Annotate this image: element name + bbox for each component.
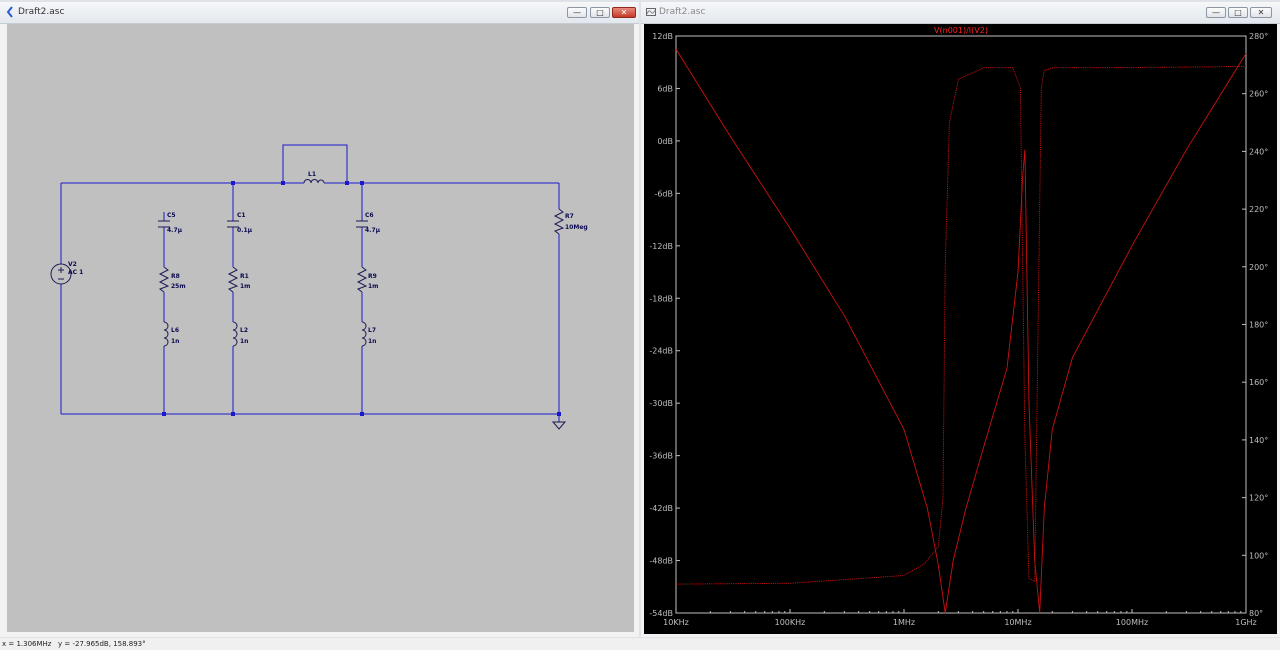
- resistor-r1-symbol: [227, 266, 239, 293]
- x-tick-label: 10KHz: [663, 618, 689, 627]
- resistor-r8-symbol: [158, 266, 170, 293]
- schematic-titlebar[interactable]: Draft2.asc — □ ✕: [0, 2, 639, 24]
- waveform-icon: [646, 8, 656, 16]
- v2-ref: V2: [68, 261, 77, 268]
- inductor-l7-symbol: [361, 321, 367, 347]
- y-right-tick-label: 200°: [1249, 263, 1268, 272]
- cursor-y-readout: y = -27.965dB, 158.893°: [58, 640, 146, 648]
- r8-value: 25m: [171, 283, 186, 290]
- r9-value: 1m: [368, 283, 378, 290]
- l6-ref: L6: [171, 327, 179, 334]
- plot-frame: [675, 35, 1247, 614]
- r8-ref: R8: [171, 273, 180, 280]
- y-left-tick-label: 6dB: [657, 84, 673, 93]
- phase-trace: [675, 65, 1247, 585]
- y-left-tick-label: -6dB: [654, 189, 673, 198]
- y-right-tick-label: 220°: [1249, 205, 1268, 214]
- schematic-window[interactable]: Draft2.asc — □ ✕ V2 AC 1 C5 4.7µ R8 25m …: [0, 2, 639, 637]
- schematic-title: Draft2.asc: [18, 7, 65, 17]
- y-right-tick-label: 280°: [1249, 32, 1268, 41]
- cursor-x-readout: x = 1.306MHz: [2, 640, 52, 648]
- c6-ref: C6: [365, 212, 374, 219]
- y-right-tick-label: 120°: [1249, 494, 1268, 503]
- status-bar: x = 1.306MHz y = -27.965dB, 158.893°: [0, 638, 1280, 650]
- y-left-tick-label: -54dB: [649, 609, 673, 618]
- y-left-tick-label: -36dB: [649, 452, 673, 461]
- l7-value: 1n: [368, 338, 376, 345]
- v2-value: AC 1: [68, 269, 83, 276]
- c6-value: 4.7µ: [365, 227, 381, 234]
- x-tick-label: 1MHz: [893, 618, 915, 627]
- y-left-tick-label: 0dB: [657, 137, 673, 146]
- y-right-tick-label: 260°: [1249, 90, 1268, 99]
- y-left-tick-label: -18dB: [649, 294, 673, 303]
- y-left-tick-label: -42dB: [649, 504, 673, 513]
- close-button[interactable]: ✕: [1250, 7, 1272, 18]
- magnitude-trace: [675, 48, 1247, 614]
- maximize-button[interactable]: □: [590, 7, 610, 18]
- minimize-button[interactable]: —: [1206, 7, 1226, 18]
- plot-title: Draft2.asc: [659, 7, 706, 17]
- c1-value: 0.1µ: [237, 227, 253, 234]
- x-tick-label: 1GHz: [1235, 618, 1257, 627]
- y-left-tick-label: 12dB: [652, 32, 673, 41]
- y-right-tick-label: 160°: [1249, 378, 1268, 387]
- c5-value: 4.7µ: [167, 227, 183, 234]
- y-right-tick-label: 140°: [1249, 436, 1268, 445]
- resistor-r9-symbol: [356, 266, 368, 293]
- y-left-tick-label: -30dB: [649, 399, 673, 408]
- plot-titlebar[interactable]: Draft2.asc — □ ✕: [641, 2, 1280, 24]
- ground-symbol: [551, 421, 567, 430]
- maximize-button[interactable]: □: [1228, 7, 1248, 18]
- c5-ref: C5: [167, 212, 176, 219]
- y-left-tick-label: -48dB: [649, 557, 673, 566]
- inductor-l2-symbol: [232, 321, 238, 347]
- trace-label[interactable]: V(n001)/I(V2): [934, 26, 988, 35]
- r7-value: 10Meg: [565, 224, 588, 231]
- minimize-button[interactable]: —: [567, 7, 587, 18]
- schematic-canvas[interactable]: V2 AC 1 C5 4.7µ R8 25m L6 1n C1 0.1µ R1 …: [7, 24, 634, 632]
- bode-plot: V(n001)/I(V2) 12dB 6dB 0dB -6dB -12dB -18dB -2…: [649, 26, 1268, 627]
- l7-ref: L7: [368, 327, 376, 334]
- l2-ref: L2: [240, 327, 248, 334]
- resistor-r7-symbol: [553, 208, 565, 235]
- x-tick-label: 100KHz: [775, 618, 806, 627]
- x-tick-label: 10MHz: [1004, 618, 1031, 627]
- close-button[interactable]: ✕: [612, 7, 636, 18]
- r7-ref: R7: [565, 213, 574, 220]
- y-right-tick-label: 80°: [1249, 609, 1263, 618]
- y-right-tick-label: 180°: [1249, 321, 1268, 330]
- y-right-tick-label: 240°: [1249, 147, 1268, 156]
- plot-canvas[interactable]: V(n001)/I(V2) 12dB 6dB 0dB -6dB -12dB -18dB -2…: [644, 24, 1277, 634]
- ltspice-icon: [6, 6, 13, 18]
- schematic-drawing: V2 AC 1 C5 4.7µ R8 25m L6 1n C1 0.1µ R1 …: [50, 144, 588, 430]
- plot-window[interactable]: Draft2.asc — □ ✕ V(n001)/I(V2) 12dB 6dB 0d…: [641, 2, 1280, 637]
- inductor-l1-symbol: [303, 179, 325, 184]
- y-right-tick-label: 100°: [1249, 551, 1268, 560]
- r1-value: 1m: [240, 283, 250, 290]
- component-symbols: [50, 179, 567, 430]
- x-tick-label: 100MHz: [1116, 618, 1148, 627]
- c1-ref: C1: [237, 212, 246, 219]
- y-left-tick-label: -24dB: [649, 347, 673, 356]
- l6-value: 1n: [171, 338, 179, 345]
- inductor-l6-symbol: [163, 321, 169, 347]
- wires: [60, 144, 560, 422]
- l2-value: 1n: [240, 338, 248, 345]
- r9-ref: R9: [368, 273, 377, 280]
- r1-ref: R1: [240, 273, 249, 280]
- l1-ref: L1: [308, 171, 316, 178]
- y-left-tick-label: -12dB: [649, 242, 673, 251]
